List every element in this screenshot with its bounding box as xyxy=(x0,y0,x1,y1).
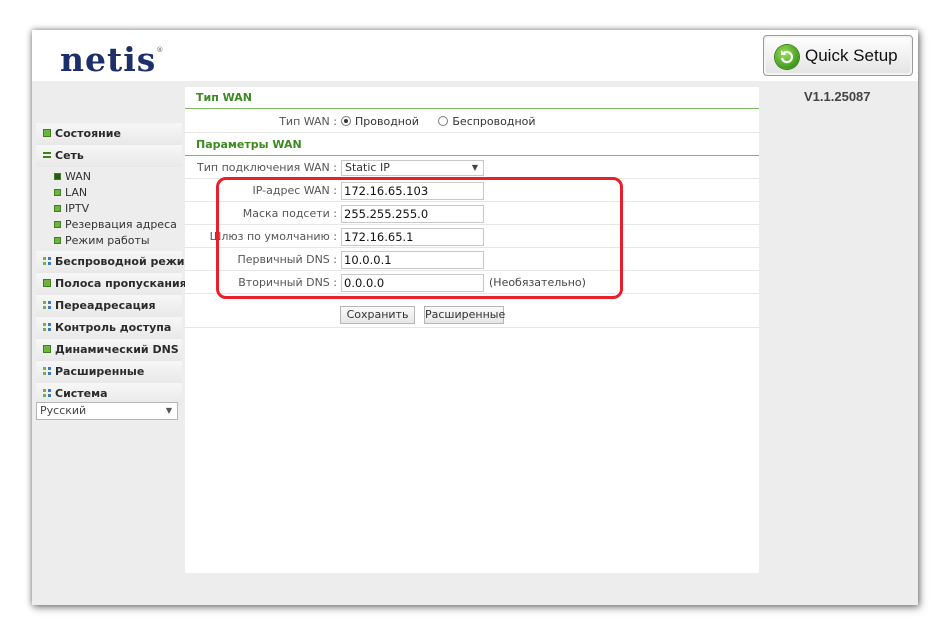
green-square-icon xyxy=(43,345,51,353)
connection-type-row: Тип подключения WAN : Static IP ▼ xyxy=(185,157,759,179)
main-content: Тип WAN Тип WAN : Проводной Беспроводной… xyxy=(185,87,759,573)
chevron-down-icon: ▼ xyxy=(471,163,478,172)
sidebar-subitem-wan[interactable]: WAN xyxy=(54,169,182,185)
grid-icon xyxy=(43,323,51,331)
sidebar-item-wireless[interactable]: Беспроводной режим xyxy=(36,251,193,273)
grid-icon xyxy=(43,367,51,375)
sidebar-subitem-address-reservation[interactable]: Резервация адреса xyxy=(54,217,182,233)
connection-type-select[interactable]: Static IP ▼ xyxy=(341,160,484,176)
bullet-icon xyxy=(54,221,61,228)
section-title-wan-type: Тип WAN xyxy=(185,87,759,109)
wan-type-row: Тип WAN : Проводной Беспроводной xyxy=(185,110,759,133)
netis-logo: netis® xyxy=(60,40,164,79)
wan-type-label: Тип WAN : xyxy=(279,115,337,128)
chevron-down-icon: ▼ xyxy=(165,406,172,415)
section-title-wan-params: Параметры WAN xyxy=(185,134,759,156)
sidebar-subitem-lan[interactable]: LAN xyxy=(54,185,182,201)
radio-wired[interactable] xyxy=(341,116,351,126)
green-square-icon xyxy=(43,279,51,287)
green-square-icon xyxy=(43,129,51,137)
refresh-arrow-icon xyxy=(775,45,799,69)
radio-wireless[interactable] xyxy=(438,116,449,126)
sidebar: Состояние Сеть WAN LAN IPTV Резервация а… xyxy=(36,89,193,405)
expanded-icon xyxy=(43,151,51,159)
connection-type-label: Тип подключения WAN : xyxy=(197,161,337,174)
save-button[interactable]: Сохранить xyxy=(340,306,415,324)
bullet-icon xyxy=(54,205,61,212)
network-submenu: WAN LAN IPTV Резервация адреса Режим раб… xyxy=(36,167,182,251)
sidebar-item-status[interactable]: Состояние xyxy=(36,123,182,145)
highlight-annotation xyxy=(216,177,623,299)
sidebar-item-ddns[interactable]: Динамический DNS xyxy=(36,339,182,361)
sidebar-item-network[interactable]: Сеть xyxy=(36,145,182,167)
language-select[interactable]: Русский ▼ xyxy=(36,402,178,420)
firmware-version: V1.1.25087 xyxy=(804,89,871,104)
sidebar-item-forwarding[interactable]: Переадресация xyxy=(36,295,182,317)
sidebar-item-bandwidth[interactable]: Полоса пропускания xyxy=(36,273,187,295)
router-admin-window: netis® Quick Setup V1.1.25087 Состояние … xyxy=(32,30,918,605)
sidebar-subitem-operation-mode[interactable]: Режим работы xyxy=(54,233,182,249)
bullet-icon xyxy=(54,189,61,196)
advanced-button[interactable]: Расширенные xyxy=(424,306,505,324)
header: netis® Quick Setup xyxy=(32,30,918,81)
bullet-icon xyxy=(54,237,61,244)
sidebar-subitem-iptv[interactable]: IPTV xyxy=(54,201,182,217)
arrow-bullet-icon xyxy=(54,173,61,180)
quick-setup-label: Quick Setup xyxy=(805,46,898,65)
sidebar-item-advanced[interactable]: Расширенные xyxy=(36,361,182,383)
grid-icon xyxy=(43,301,51,309)
grid-icon xyxy=(43,389,51,397)
grid-icon xyxy=(43,257,51,265)
sidebar-item-access-control[interactable]: Контроль доступа xyxy=(36,317,182,339)
quick-setup-button[interactable]: Quick Setup xyxy=(763,35,913,76)
